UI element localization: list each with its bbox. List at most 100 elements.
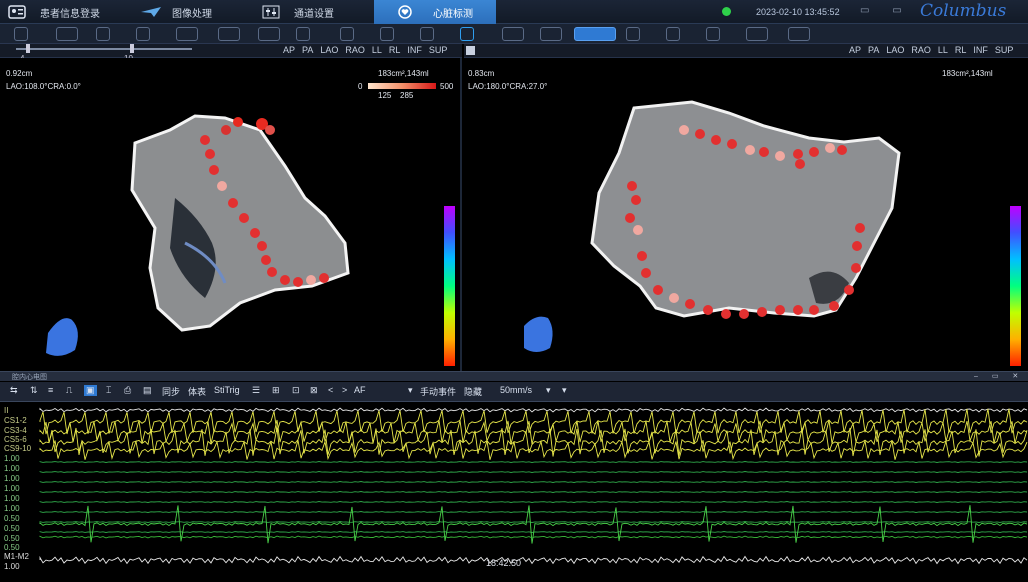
ecg-timestamp: 18:42:50: [486, 558, 522, 568]
af-label: AF: [354, 385, 366, 395]
slider-knob-min[interactable]: [26, 44, 30, 53]
surface-button[interactable]: 体表: [188, 385, 206, 398]
battery-icon[interactable]: [340, 27, 354, 41]
hide-button[interactable]: 隐藏: [464, 385, 482, 398]
heart-model-right[interactable]: [464, 58, 1028, 371]
lead-label: CS1-2: [4, 416, 27, 425]
lead-label: 1.00: [4, 484, 20, 493]
print-icon[interactable]: ⎙: [124, 385, 131, 396]
ecg-tool-icon[interactable]: ⇅: [30, 385, 38, 396]
ecg-traces: [39, 407, 1028, 565]
ecg-dropdown-icon[interactable]: [56, 27, 78, 41]
ecg-trace: [39, 408, 1028, 435]
lead-label: M1-M2: [4, 552, 29, 561]
save-icon[interactable]: ▣: [84, 385, 97, 396]
next-arrow-icon[interactable]: >: [342, 385, 347, 395]
view-lao[interactable]: LAO: [320, 45, 338, 55]
lead-label: 1.00: [4, 562, 20, 571]
prev-arrow-icon[interactable]: <: [328, 385, 333, 395]
view-ll[interactable]: LL: [372, 45, 382, 55]
ecg-window-title: 腔内心电图: [12, 374, 47, 381]
opacity-slider[interactable]: [16, 44, 192, 53]
waveform-icon[interactable]: [420, 27, 434, 41]
view-ap[interactable]: AP: [283, 45, 295, 55]
ecg-tool-icon[interactable]: ☰: [252, 385, 260, 396]
brand-logo: Columbus: [920, 1, 1007, 21]
speed-select[interactable]: 50mm/s: [500, 385, 532, 395]
view-pa[interactable]: PA: [302, 45, 313, 55]
dropdown-arrow-icon[interactable]: ▾: [408, 385, 413, 396]
layout-icon[interactable]: [96, 27, 110, 41]
lead-label: CS5-6: [4, 435, 27, 444]
heart-map-icon: [397, 5, 415, 19]
ecg-trace: [39, 407, 1028, 413]
refresh-icon[interactable]: [460, 27, 474, 41]
right-3d-viewport[interactable]: 0.83cm LAO:180.0°CRA:27.0° 183cm²,143ml: [464, 58, 1028, 371]
display-dropdown-icon[interactable]: [176, 27, 198, 41]
view-sup[interactable]: SUP: [995, 45, 1014, 55]
view-rl[interactable]: RL: [955, 45, 967, 55]
tab-image-processing[interactable]: 图像处理: [140, 0, 212, 24]
color-scale-bar: [444, 206, 455, 366]
lead-label: 1.00: [4, 474, 20, 483]
heart-model-left[interactable]: [0, 58, 462, 371]
slider-knob-max[interactable]: [130, 44, 134, 53]
screenshot-button[interactable]: [574, 27, 616, 41]
tab-patient-info[interactable]: 患者信息登录: [8, 0, 100, 24]
ecg-tool-icon[interactable]: ⊞: [272, 385, 280, 396]
anatomy-icon[interactable]: [706, 27, 720, 41]
heart-outline-icon[interactable]: [14, 27, 28, 41]
datetime: 2023-02-10 13:45:52: [756, 7, 840, 17]
ecg-tool-icon[interactable]: ⌶: [106, 385, 111, 396]
id-card-icon: [8, 5, 26, 19]
view-toggle-icon[interactable]: [466, 46, 475, 55]
point-dropdown-icon[interactable]: [258, 27, 280, 41]
ecg-window-titlebar: 腔内心电图 – ▭ ✕: [0, 371, 1028, 381]
target-dropdown-icon[interactable]: [788, 27, 810, 41]
dropdown-arrow-icon[interactable]: ▾: [562, 385, 567, 396]
tab-channel-settings[interactable]: 通道设置: [262, 0, 334, 24]
tab-cardiac-mapping[interactable]: 心脏标测: [374, 0, 496, 24]
window-controls[interactable]: ▭ ▭: [860, 5, 912, 16]
ecg-tool-icon[interactable]: ⎍: [66, 385, 72, 396]
notes-icon[interactable]: [666, 27, 680, 41]
ecg-trace: [39, 419, 1028, 445]
manual-event-button[interactable]: 手动事件: [420, 385, 456, 398]
ecg-trace: [39, 555, 1028, 565]
view-rl[interactable]: RL: [389, 45, 401, 55]
ecg-tool-icon[interactable]: ▤: [143, 385, 152, 396]
rotate-dropdown-icon[interactable]: [502, 27, 524, 41]
ecg-tool-icon[interactable]: ⊠: [310, 385, 318, 396]
tab-label: 心脏标测: [433, 8, 473, 20]
tools-dropdown-icon[interactable]: [746, 27, 768, 41]
ecg-window-controls[interactable]: – ▭ ✕: [974, 372, 1024, 380]
left-view-header: 4 10 AP PA LAO RAO LL RL INF SUP: [0, 44, 462, 63]
view-pa[interactable]: PA: [868, 45, 879, 55]
lead-label: 0.50: [4, 534, 20, 543]
ecg-tool-icon[interactable]: ⊡: [292, 385, 300, 396]
view-ap[interactable]: AP: [849, 45, 861, 55]
play-icon[interactable]: [380, 27, 394, 41]
catheter-dropdown-icon[interactable]: [218, 27, 240, 41]
ecg-toolbar: ⇆ ⇅ ≡ ⎍ ▣ ⌶ ⎙ ▤ 同步 体表 StiTrig ☰ ⊞ ⊡ ⊠ < …: [0, 382, 1028, 402]
ecg-trace-area[interactable]: II CS1-2 CS3-4 CS5-6 CS9-10 1.00 1.00 1.…: [0, 402, 1028, 577]
view-rao[interactable]: RAO: [911, 45, 931, 55]
view-ll[interactable]: LL: [938, 45, 948, 55]
stitrig-button[interactable]: StiTrig: [214, 385, 240, 395]
lead-label: 0.50: [4, 543, 20, 552]
grid-icon[interactable]: [136, 27, 150, 41]
ecg-tool-icon[interactable]: ⇆: [10, 385, 18, 396]
view-sup[interactable]: SUP: [429, 45, 448, 55]
left-3d-viewport[interactable]: 0.92cm LAO:108.0°CRA:0.0° 183cm²,143ml 0…: [0, 58, 462, 371]
view-inf[interactable]: INF: [407, 45, 422, 55]
sync-button[interactable]: 同步: [162, 385, 180, 398]
view-rao[interactable]: RAO: [345, 45, 365, 55]
user-icon[interactable]: [626, 27, 640, 41]
print-dropdown-icon[interactable]: [540, 27, 562, 41]
ecg-tool-icon[interactable]: ≡: [48, 385, 53, 395]
speed-dropdown-icon[interactable]: ▾: [546, 385, 551, 396]
lead-label: 0.50: [4, 524, 20, 533]
view-inf[interactable]: INF: [973, 45, 988, 55]
point-tag-icon[interactable]: [296, 27, 310, 41]
view-lao[interactable]: LAO: [886, 45, 904, 55]
